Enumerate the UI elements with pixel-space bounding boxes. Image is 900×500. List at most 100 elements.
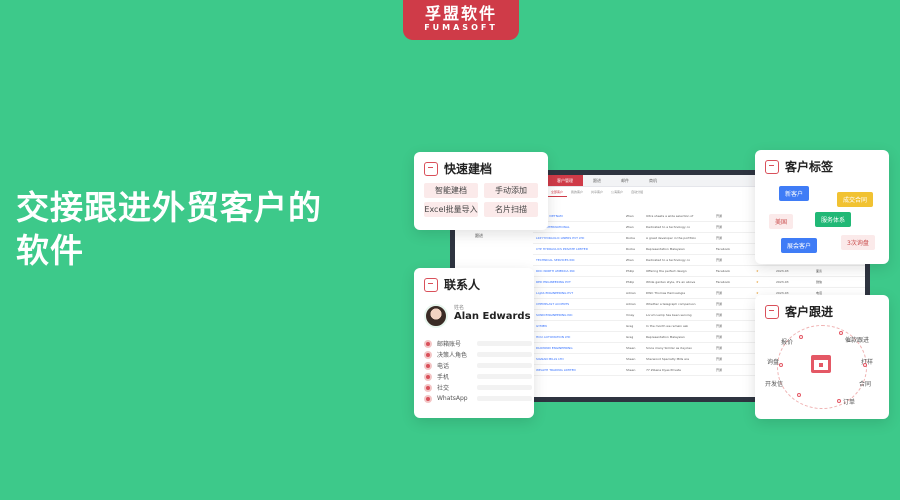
- contact-field[interactable]: 邮箱账号: [424, 338, 532, 349]
- screen-subtab[interactable]: 自动分组: [627, 187, 647, 197]
- table-cell: 开通: [716, 368, 723, 372]
- excel-import-button[interactable]: Excel批量导入: [424, 202, 478, 217]
- table-cell: LKP HYDRAULIC LINERS PVT LTD: [536, 236, 585, 240]
- table-cell: Rocke: [626, 247, 635, 251]
- contact-fields: 邮箱账号 决策人角色 电话 手机 社交 WhatsApp: [424, 338, 532, 404]
- followup-icon: [765, 304, 779, 319]
- contact-field[interactable]: 电话: [424, 360, 532, 371]
- field-value: [477, 374, 532, 379]
- table-cell: 开通: [716, 324, 723, 328]
- quick-create-buttons: 智能建档 手动添加 Excel批量导入 名片扫描: [424, 183, 538, 217]
- screen-subtab[interactable]: 共享客户: [587, 187, 607, 197]
- step-dot: [839, 331, 843, 335]
- manual-add-button[interactable]: 手动添加: [484, 183, 538, 198]
- customer-tag[interactable]: 新客户: [779, 186, 810, 201]
- screen-subtab[interactable]: 公海客户: [607, 187, 627, 197]
- table-cell: HOU AUTOMATION LTD: [536, 335, 571, 339]
- field-label: 邮箱账号: [437, 341, 462, 348]
- customer-tag[interactable]: 3次询盘: [841, 235, 875, 250]
- step-dot: [779, 363, 783, 367]
- calendar-icon: [811, 355, 831, 373]
- table-cell: Ultra sheets a wide selection of: [646, 214, 694, 218]
- contact-title: 联系人: [424, 276, 524, 293]
- headline-line2: 软件: [16, 231, 84, 270]
- table-cell: Sheen: [626, 346, 636, 350]
- table-cell: CTP HYDRAULICS PRIVATE LIMITED: [536, 247, 589, 251]
- headline-line1: 交接跟进外贸客户的: [16, 188, 322, 227]
- phone-icon: [424, 361, 432, 370]
- brand-logo: 孚盟软件 FUMASOFT: [403, 0, 519, 40]
- table-cell: In the month we remain ask: [646, 324, 689, 328]
- logo-en: FUMASOFT: [424, 23, 498, 32]
- followup-title-text: 客户跟进: [785, 305, 834, 319]
- table-cell: 77 Zibena Dyes Private: [646, 368, 682, 372]
- table-cell: Greg: [626, 335, 634, 339]
- table-cell: WEALTH TRADING LIMITED: [536, 368, 576, 372]
- field-value: [477, 385, 532, 390]
- contact-field[interactable]: WhatsApp: [424, 393, 532, 404]
- customer-tag[interactable]: 美国: [769, 214, 794, 229]
- contact-icon: [424, 277, 438, 292]
- step-dot: [797, 393, 801, 397]
- screen-subtab[interactable]: 全部客户: [547, 187, 568, 197]
- contact-card: 联系人 姓名 Alan Edwards 邮箱账号 决策人角色 电话 手机 社交 …: [414, 268, 534, 418]
- contact-field[interactable]: 决策人角色: [424, 349, 532, 360]
- table-cell: Sherwood Specialty Mills are: [646, 357, 690, 361]
- card-scan-button[interactable]: 名片扫描: [484, 202, 538, 217]
- field-value: [477, 363, 532, 368]
- table-cell: 开通: [716, 291, 723, 295]
- table-cell: Lorum Lamp has been serving: [646, 313, 692, 317]
- table-cell: 开通: [716, 346, 723, 350]
- followup-step: 开发信: [765, 381, 784, 388]
- field-label: 决策人角色: [437, 352, 468, 359]
- tags-title: 客户标签: [765, 158, 879, 175]
- customer-tag[interactable]: 服务体系: [815, 212, 852, 227]
- followup-step: 报价: [781, 339, 794, 346]
- field-label: 手机: [437, 374, 450, 381]
- table-cell: GYMEN: [536, 324, 547, 328]
- field-value: [477, 341, 532, 346]
- contact-field[interactable]: 社交: [424, 382, 532, 393]
- table-cell: 面谈: [816, 269, 823, 273]
- table-cell: DWC Thomas Hamvalogia: [646, 291, 686, 295]
- table-row[interactable]: RDC NORTH AMERICA INC Philip Offering the …: [533, 266, 865, 277]
- followup-title: 客户跟进: [765, 303, 879, 320]
- customer-tag[interactable]: 成交合同: [837, 192, 874, 207]
- contact-name: Alan Edwards: [454, 311, 531, 322]
- table-cell: Sheen: [626, 368, 636, 372]
- field-label: 电话: [437, 363, 450, 370]
- whatsapp-icon: [424, 394, 432, 403]
- screen-tab[interactable]: 邮件: [611, 175, 639, 186]
- contact-field[interactable]: 手机: [424, 371, 532, 382]
- table-cell: Vinay: [626, 313, 635, 317]
- table-row[interactable]: RED ENGINEERING PVT Philip While garden st…: [533, 277, 865, 288]
- contact-title-text: 联系人: [444, 278, 481, 292]
- table-cell: Dedicated to a technology co: [646, 258, 691, 262]
- headline: 交接跟进外贸客户的 软件: [16, 186, 416, 272]
- screen-tab[interactable]: 跟进: [583, 175, 611, 186]
- table-cell: 开通: [716, 225, 723, 229]
- folder-icon: [424, 161, 438, 176]
- screen-tab[interactable]: 客户管理: [547, 175, 583, 186]
- table-cell: While garden style, it's an above: [646, 280, 696, 284]
- table-cell: SUNN ENGINEERING INC: [536, 313, 573, 317]
- customer-tag[interactable]: 展会客户: [781, 238, 818, 253]
- smart-create-button[interactable]: 智能建档: [424, 183, 478, 198]
- table-cell: DIAMOND ENGINEERING: [536, 346, 573, 350]
- table-cell: Adrian: [626, 291, 636, 295]
- table-cell: Representation Malaysian: [646, 247, 685, 251]
- table-cell: Facebook: [716, 280, 731, 284]
- name-label: 姓名: [454, 305, 465, 311]
- table-cell: 2023-03: [776, 269, 789, 273]
- table-cell: ★: [756, 269, 759, 273]
- screen-subtab[interactable]: 我的客户: [567, 187, 587, 197]
- table-cell: Facebook: [716, 247, 731, 251]
- screen-tab[interactable]: 商机: [639, 175, 667, 186]
- followup-step: 询盘: [767, 359, 780, 366]
- table-cell: 开通: [716, 236, 723, 240]
- tag-icon: [765, 159, 779, 174]
- table-cell: Greg: [626, 324, 634, 328]
- table-cell: Offering the perfect design: [646, 269, 687, 273]
- table-cell: CHEMPLAST ACCENTS: [536, 302, 570, 306]
- table-cell: Adrian: [626, 302, 636, 306]
